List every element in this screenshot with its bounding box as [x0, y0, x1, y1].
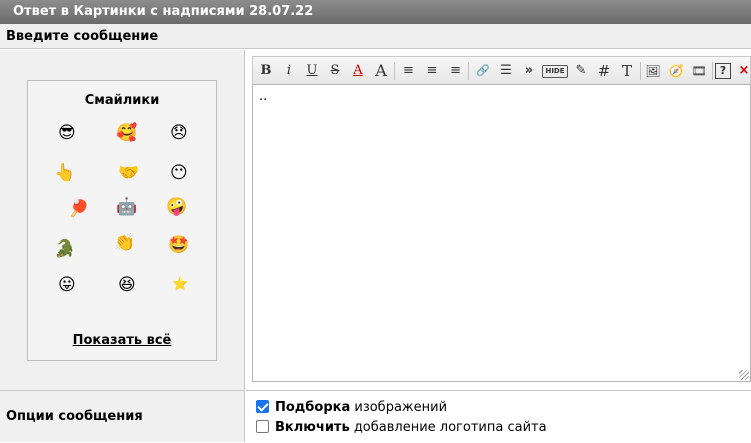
smiley-gator-icon[interactable]: 🐊 [54, 239, 75, 259]
option-site-logo[interactable]: Включить добавление логотипа сайта [256, 418, 547, 438]
message-textarea[interactable]: .. [252, 84, 751, 382]
quote-button[interactable]: » [519, 61, 539, 81]
options-label: Опции сообщения [0, 390, 245, 442]
align-center-button[interactable]: ≡ [422, 61, 442, 81]
smiley-sad-icon[interactable]: 😞 [170, 123, 188, 143]
editor-toolbar: B i U S A A ≡ ≡ ≡ 🔗 ☰ » HIDE ✎ # T 🖼 🧭 🎞… [252, 56, 751, 84]
align-left-button[interactable]: ≡ [399, 61, 419, 81]
video-button[interactable]: 🎞 [689, 61, 709, 81]
smiley-love-icon[interactable]: 🥰 [116, 123, 137, 143]
close-icon[interactable]: × [734, 61, 751, 81]
code-button[interactable]: # [594, 61, 614, 81]
show-all-smilies-link[interactable]: Показать всё [28, 333, 216, 348]
toolbar-separator [394, 62, 395, 80]
option-image-selection-text: изображений [350, 400, 448, 415]
image-selection-checkbox[interactable] [256, 400, 269, 413]
smiley-cool-icon[interactable]: 😎 [58, 123, 76, 143]
resize-grip-icon[interactable] [739, 370, 749, 380]
image-button[interactable]: 🖼 [643, 61, 663, 81]
smiley-clap-icon[interactable]: 👏 [114, 233, 135, 253]
font-size-button[interactable]: A [371, 61, 391, 81]
window-title: Ответ в Картинки с надписями 28.07.22 [0, 0, 751, 24]
italic-button[interactable]: i [279, 61, 299, 81]
option-site-logo-text: добавление логотипа сайта [349, 420, 547, 435]
toolbar-separator [640, 62, 641, 80]
smiley-robot-icon[interactable]: 🤖 [116, 197, 137, 217]
smilies-column: Смайлики 😎 🥰 😞 👆 🤝 😶 🏓 🤖 🤪 🐊 👏 🤩 😛 😆 ⭐ П… [0, 50, 245, 390]
options-panel: Подборка изображений Включить добавление… [246, 390, 751, 442]
remove-format-button[interactable]: T [617, 61, 637, 81]
option-image-selection-bold: Подборка [275, 400, 351, 415]
edit-button[interactable]: ✎ [571, 61, 591, 81]
section-header: Введите сообщение [0, 24, 751, 49]
option-site-logo-bold: Включить [275, 420, 350, 435]
smiley-cheer-icon[interactable]: 🤩 [168, 235, 189, 255]
site-logo-checkbox[interactable] [256, 420, 269, 433]
media-button[interactable]: 🧭 [666, 61, 686, 81]
smiley-laugh-icon[interactable]: 😆 [118, 275, 136, 295]
list-button[interactable]: ☰ [496, 61, 516, 81]
option-image-selection[interactable]: Подборка изображений [256, 398, 447, 418]
toolbar-separator [468, 62, 469, 80]
smilies-panel: Смайлики 😎 🥰 😞 👆 🤝 😶 🏓 🤖 🤪 🐊 👏 🤩 😛 😆 ⭐ П… [27, 80, 217, 361]
smilies-title: Смайлики [84, 93, 160, 108]
smiley-tongue-icon[interactable]: 😛 [58, 275, 76, 295]
link-button[interactable]: 🔗 [473, 61, 493, 81]
help-button[interactable]: ? [715, 63, 731, 79]
smiley-point-icon[interactable]: 👆 [54, 163, 75, 183]
editor-column: B i U S A A ≡ ≡ ≡ 🔗 ☰ » HIDE ✎ # T 🖼 🧭 🎞… [246, 50, 751, 390]
toolbar-separator [712, 62, 713, 80]
strikethrough-button[interactable]: S [325, 61, 345, 81]
hide-button[interactable]: HIDE [542, 65, 568, 78]
align-right-button[interactable]: ≡ [445, 61, 465, 81]
smiley-blank-icon[interactable]: 😶 [170, 163, 188, 183]
underline-button[interactable]: U [302, 61, 322, 81]
smiley-handshake-icon[interactable]: 🤝 [118, 163, 139, 183]
font-color-button[interactable]: A [348, 61, 368, 81]
bold-button[interactable]: B [256, 61, 276, 81]
smiley-star-icon[interactable]: ⭐ [172, 275, 188, 295]
smiley-pingpong-icon[interactable]: 🏓 [68, 199, 89, 219]
smiley-crazy-icon[interactable]: 🤪 [166, 197, 187, 217]
